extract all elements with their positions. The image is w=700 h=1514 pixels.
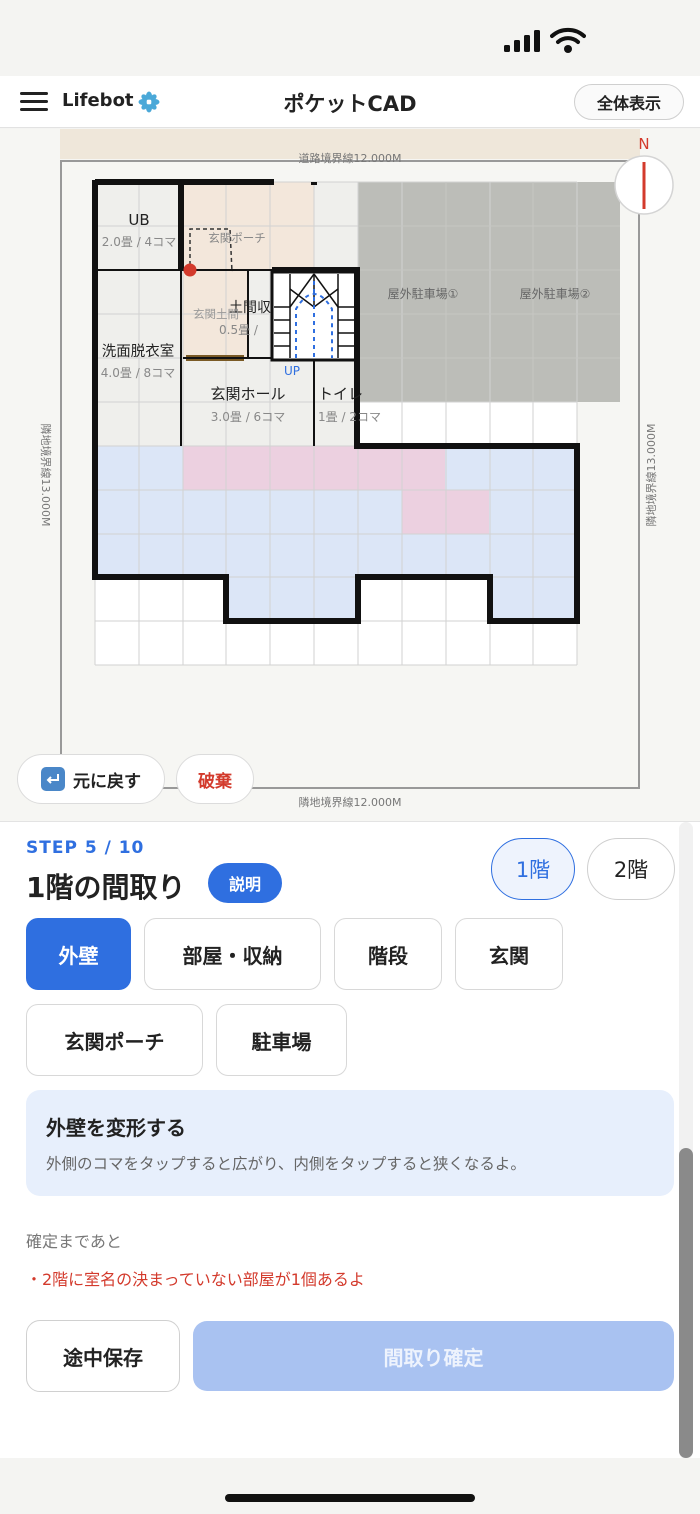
- cad-canvas[interactable]: 道路境界線12.000M 隣地境界線12.000M 隣地境界線13.000M 隣…: [0, 129, 700, 821]
- parking-2-label: 屋外駐車場②: [520, 286, 591, 301]
- wifi-icon: [550, 27, 586, 53]
- save-draft-button[interactable]: 途中保存: [26, 1320, 180, 1392]
- floor-plan-title: 1階の間取り: [26, 871, 186, 904]
- tool-entrance-porch[interactable]: 玄関ポーチ: [26, 1004, 203, 1076]
- info-title: 外壁を変形する: [46, 1116, 186, 1140]
- brand-name: Lifebot: [62, 90, 134, 111]
- boundary-right-label: 隣地境界線13.000M: [644, 424, 658, 527]
- room-name-toilet: トイレ: [318, 385, 363, 403]
- room-size-toilet: 1畳 / 2コマ: [318, 410, 381, 424]
- status-bar: [0, 0, 700, 76]
- boundary-left-label: 隣地境界線13.000M: [39, 424, 53, 527]
- compass-north-label: N: [638, 135, 649, 153]
- app-header: Lifebot ポケットCAD 全体表示: [0, 76, 700, 128]
- undo-arrow-icon: [41, 767, 65, 791]
- room-name-washroom: 洗面脱衣室: [102, 343, 175, 360]
- room-name-porch: 玄関ポーチ: [208, 231, 266, 245]
- entrance-marker[interactable]: [183, 263, 197, 277]
- edit-panel: STEP 5 / 10 1階の間取り 説明 1階 2階 外壁 部屋・収納 階段 …: [0, 821, 700, 1459]
- room-size-storage: 0.5畳 /: [219, 323, 259, 337]
- stair-up-label: UP: [284, 364, 300, 378]
- tool-room-storage[interactable]: 部屋・収納: [144, 918, 321, 990]
- tool-entrance[interactable]: 玄関: [455, 918, 563, 990]
- boundary-bottom-label: 隣地境界線12.000M: [299, 795, 402, 809]
- help-button[interactable]: 説明: [208, 863, 282, 903]
- confirm-floor-plan-button[interactable]: 間取り確定: [193, 1321, 674, 1391]
- fit-view-button[interactable]: 全体表示: [574, 84, 684, 120]
- room-name-entrance: 玄関土間: [193, 307, 239, 321]
- room-size-washroom: 4.0畳 / 8コマ: [101, 366, 175, 380]
- discard-button[interactable]: 破棄: [176, 754, 254, 804]
- undo-button[interactable]: 元に戻す: [17, 754, 165, 804]
- tool-exterior-wall[interactable]: 外壁: [26, 918, 131, 990]
- warning-message: ・2階に室名の決まっていない部屋が1個あるよ: [26, 1270, 365, 1289]
- tab-floor-1[interactable]: 1階: [491, 838, 575, 900]
- hamburger-menu-icon[interactable]: [20, 92, 48, 112]
- scrollbar-thumb[interactable]: [679, 1148, 693, 1458]
- step-indicator: STEP 5 / 10: [26, 838, 145, 858]
- tool-parking[interactable]: 駐車場: [216, 1004, 347, 1076]
- parking-1-label: 屋外駐車場①: [388, 286, 459, 301]
- room-name-ub: UB: [128, 211, 149, 229]
- info-description: 外側のコマをタップすると広がり、内側をタップすると狭くなるよ。: [46, 1155, 526, 1173]
- undo-label: 元に戻す: [73, 771, 141, 792]
- home-area: [0, 1458, 700, 1514]
- room-size-ub: 2.0畳 / 4コマ: [102, 235, 176, 249]
- info-card: 外壁を変形する 外側のコマをタップすると広がり、内側をタップすると狭くなるよ。: [26, 1090, 674, 1196]
- tab-floor-2[interactable]: 2階: [587, 838, 675, 900]
- flower-logo-icon: [138, 91, 160, 113]
- signal-icon: [504, 30, 540, 52]
- floor-plan-svg[interactable]: 道路境界線12.000M 隣地境界線12.000M 隣地境界線13.000M 隣…: [0, 129, 700, 821]
- boundary-top-label: 道路境界線12.000M: [299, 151, 402, 165]
- room-size-hall: 3.0畳 / 6コマ: [211, 410, 285, 424]
- tool-stairs[interactable]: 階段: [334, 918, 442, 990]
- home-indicator[interactable]: [225, 1494, 475, 1502]
- remaining-label: 確定まであと: [26, 1232, 122, 1251]
- room-name-hall: 玄関ホール: [210, 385, 285, 403]
